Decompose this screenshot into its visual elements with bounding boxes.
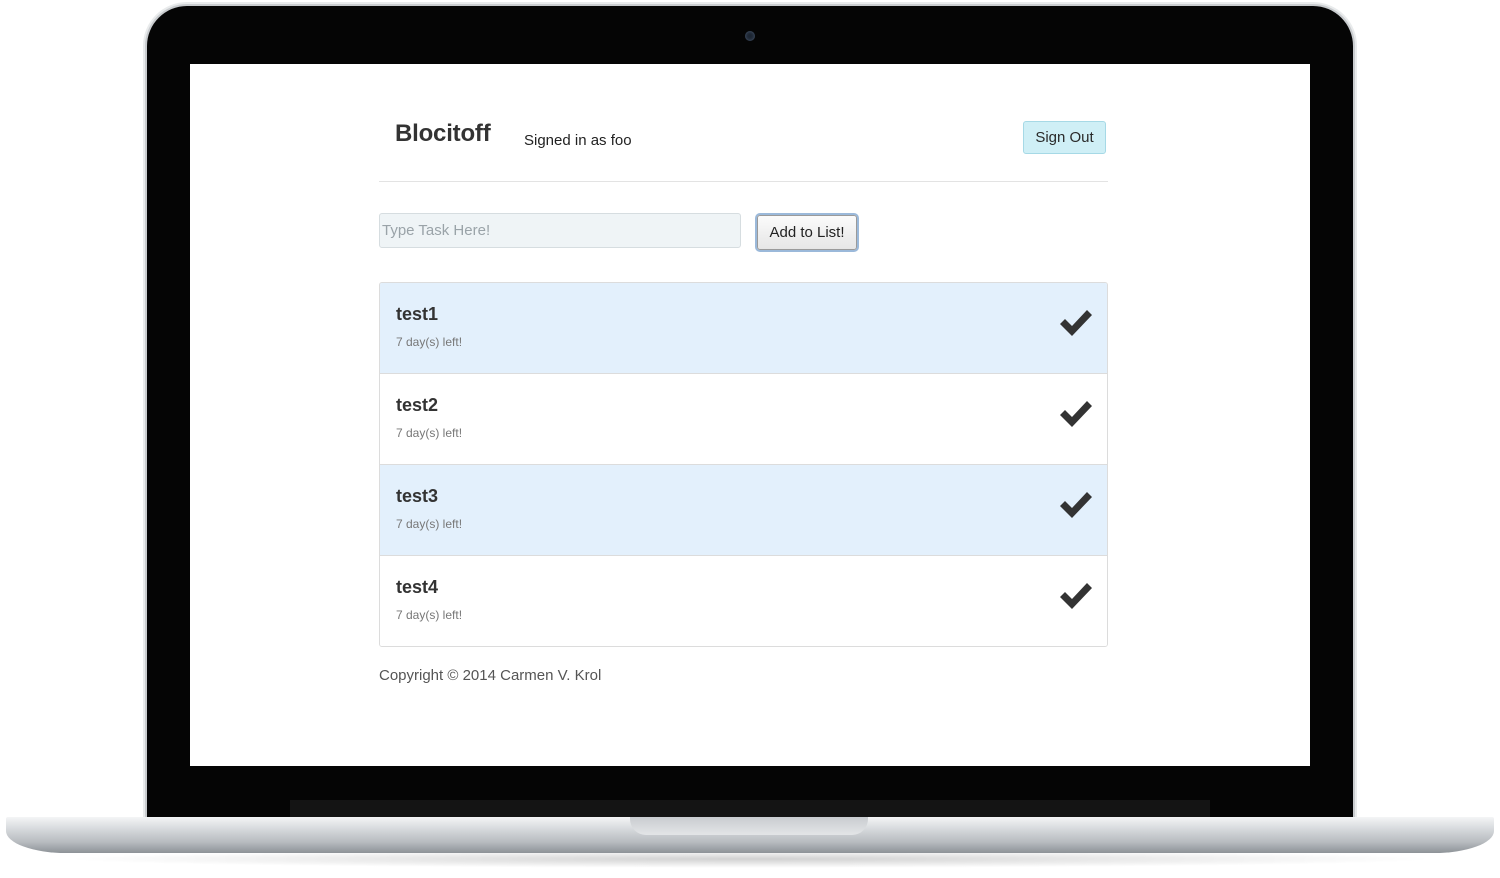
task-due: 7 day(s) left! <box>396 517 463 531</box>
brand-logo[interactable]: Blocitoff <box>395 120 491 148</box>
task-item: test1 7 day(s) left! <box>380 283 1107 374</box>
footer-copyright: Copyright © 2014 Carmen V. Krol <box>379 667 602 684</box>
camera-icon <box>745 31 755 41</box>
sign-out-button[interactable]: Sign Out <box>1023 121 1106 154</box>
check-icon[interactable] <box>1058 489 1094 521</box>
laptop-notch <box>630 817 868 835</box>
task-due: 7 day(s) left! <box>396 335 463 349</box>
task-input[interactable] <box>379 213 741 248</box>
task-name: test4 <box>396 577 439 597</box>
check-icon[interactable] <box>1058 398 1094 430</box>
laptop-hinge <box>290 800 1210 818</box>
task-name: test1 <box>396 304 439 324</box>
task-due: 7 day(s) left! <box>396 426 463 440</box>
task-name: test2 <box>396 395 439 415</box>
check-icon[interactable] <box>1058 307 1094 339</box>
check-icon[interactable] <box>1058 580 1094 612</box>
add-to-list-button[interactable]: Add to List! <box>757 215 857 250</box>
task-list: test1 7 day(s) left! test2 7 day(s) left… <box>379 282 1108 647</box>
task-item: test2 7 day(s) left! <box>380 374 1107 465</box>
header-divider <box>379 181 1108 182</box>
task-due: 7 day(s) left! <box>396 608 463 622</box>
task-item: test4 7 day(s) left! <box>380 556 1107 646</box>
task-item: test3 7 day(s) left! <box>380 465 1107 556</box>
signed-in-status: Signed in as foo <box>524 132 632 149</box>
task-name: test3 <box>396 486 439 506</box>
browser-viewport: Blocitoff Signed in as foo Sign Out Add … <box>190 64 1310 766</box>
